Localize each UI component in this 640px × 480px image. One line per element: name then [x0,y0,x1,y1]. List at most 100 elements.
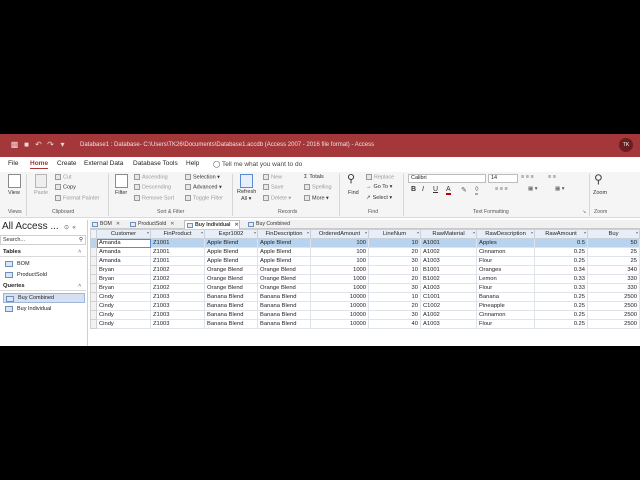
table-row[interactable]: Bryan Z1002 Orange Blend Orange Blend 1000 20… [90,274,640,284]
table-cell-buy[interactable]: 25 [587,247,640,257]
user-avatar[interactable]: TK [619,138,633,152]
nav-item-buy-individual[interactable]: Buy Individual [3,304,85,314]
background-color-icon[interactable]: ◊ [475,186,479,195]
table-cell-buy[interactable]: 330 [587,283,640,293]
nav-item-buy-combined[interactable]: Buy Combined [3,293,85,303]
table-cell-orderedamount[interactable]: 10000 [310,292,369,302]
table-cell-rawdescription[interactable]: Flour [476,256,535,266]
tab-external-data[interactable]: External Data [84,160,123,167]
alignment-icons[interactable]: ≡ ≡ ≡ [495,186,508,192]
table-cell-orderedamount[interactable]: 10000 [310,319,369,329]
table-cell-buy[interactable]: 25 [587,256,640,266]
column-dropdown-icon[interactable]: ▾ [636,231,638,236]
table-cell-expr1002[interactable]: Orange Blend [204,283,258,293]
table-cell-rawamount[interactable]: 0.25 [534,319,588,329]
table-cell-rawmaterial[interactable]: A1002 [420,310,477,320]
table-row[interactable]: Cindy Z1003 Banana Blend Banana Blend 10000 4… [90,319,640,329]
table-cell-orderedamount[interactable]: 10000 [310,301,369,311]
table-cell-buy[interactable]: 330 [587,274,640,284]
table-cell-customer[interactable]: Cindy [96,292,151,302]
close-icon[interactable]: ✕ [116,221,120,227]
table-cell-findescription[interactable]: Banana Blend [257,301,311,311]
go-to-button[interactable]: → Go To ▾ [366,184,392,190]
table-cell-linenum[interactable]: 10 [368,238,421,248]
table-cell-rawmaterial[interactable]: A1002 [420,247,477,257]
collapse-queries-icon[interactable]: ˄ [78,283,81,289]
table-row[interactable]: Cindy Z1003 Banana Blend Banana Blend 10000 3… [90,310,640,320]
table-cell-expr1002[interactable]: Apple Blend [204,256,258,266]
table-cell-rawdescription[interactable]: Lemon [476,274,535,284]
format-painter-button[interactable]: Format Painter [55,195,99,201]
table-cell-rawamount[interactable]: 0.25 [534,247,588,257]
find-button[interactable]: Find [348,190,359,196]
table-row[interactable]: Amanda Z1001 Apple Blend Apple Blend 100 20 A1… [90,247,640,257]
copy-button[interactable]: Copy [55,184,76,190]
redo-icon[interactable]: ↷ [46,140,55,149]
table-cell-rawmaterial[interactable]: A1003 [420,319,477,329]
find-magnifier-icon[interactable]: ⚲ [347,172,355,185]
table-cell-finproduct[interactable]: Z1001 [150,247,205,257]
column-dropdown-icon[interactable]: ▾ [417,231,419,236]
tab-help[interactable]: Help [186,160,199,167]
table-cell-linenum[interactable]: 20 [368,301,421,311]
alternate-row-color-icon[interactable]: ▦ ▾ [555,186,565,192]
table-cell-customer[interactable]: Bryan [96,283,151,293]
column-dropdown-icon[interactable]: ▾ [365,231,367,236]
save-record-button[interactable]: Save [263,184,284,190]
table-cell-customer[interactable]: Cindy [96,301,151,311]
table-cell-rawamount[interactable]: 0.5 [534,238,588,248]
table-cell-buy[interactable]: 50 [587,238,640,248]
table-cell-linenum[interactable]: 30 [368,256,421,266]
table-cell-rawdescription[interactable]: Pineapple [476,301,535,311]
table-cell-linenum[interactable]: 10 [368,265,421,275]
table-cell-findescription[interactable]: Apple Blend [257,247,311,257]
table-cell-rawamount[interactable]: 0.25 [534,292,588,302]
tab-home[interactable]: Home [30,160,49,169]
table-cell-orderedamount[interactable]: 1000 [310,283,369,293]
table-cell-finproduct[interactable]: Z1003 [150,319,205,329]
table-cell-linenum[interactable]: 30 [368,283,421,293]
table-row[interactable]: Bryan Z1002 Orange Blend Orange Blend 1000 30… [90,283,640,293]
table-cell-expr1002[interactable]: Orange Blend [204,274,258,284]
table-cell-orderedamount[interactable]: 100 [310,247,369,257]
cut-button[interactable]: Cut [55,174,72,180]
totals-button[interactable]: Σ Totals [304,174,324,180]
table-cell-rawmaterial[interactable]: C1002 [420,301,477,311]
table-cell-linenum[interactable]: 20 [368,247,421,257]
table-row[interactable]: Cindy Z1003 Banana Blend Banana Blend 10000 1… [90,292,640,302]
table-cell-finproduct[interactable]: Z1001 [150,256,205,266]
nav-section-queries[interactable]: Queries [3,283,25,289]
table-cell-rawamount[interactable]: 0.25 [534,301,588,311]
table-cell-orderedamount[interactable]: 1000 [310,265,369,275]
remove-sort-button[interactable]: Remove Sort [134,195,174,201]
table-cell-rawamount[interactable]: 0.33 [534,283,588,293]
align-icons[interactable]: ≡ ≡ ≡ [521,174,534,180]
table-cell-findescription[interactable]: Orange Blend [257,283,311,293]
table-cell-findescription[interactable]: Banana Blend [257,319,311,329]
table-cell-finproduct[interactable]: Z1002 [150,274,205,284]
table-cell-findescription[interactable]: Orange Blend [257,274,311,284]
column-header-customer[interactable]: Customer ▾ [96,229,151,239]
table-cell-rawdescription[interactable]: Apples [476,238,535,248]
column-dropdown-icon[interactable]: ▾ [307,231,309,236]
tab-create[interactable]: Create [57,160,77,167]
table-cell-rawmaterial[interactable]: B1002 [420,274,477,284]
table-cell-rawmaterial[interactable]: A1003 [420,256,477,266]
table-cell-rawmaterial[interactable]: A1003 [420,283,477,293]
table-cell-findescription[interactable]: Banana Blend [257,310,311,320]
table-cell-orderedamount[interactable]: 100 [310,238,369,248]
advanced-button[interactable]: Advanced ▾ [185,184,222,190]
table-cell-rawdescription[interactable]: Cinnamon [476,247,535,257]
column-dropdown-icon[interactable]: ▾ [584,231,586,236]
column-header-finproduct[interactable]: FinProduct ▾ [150,229,205,239]
table-cell-buy[interactable]: 2500 [587,292,640,302]
table-cell-linenum[interactable]: 30 [368,310,421,320]
view-icon[interactable] [8,174,21,188]
indent-icons[interactable]: ≡ ≡ [548,174,556,180]
table-cell-rawamount[interactable]: 0.34 [534,265,588,275]
table-row[interactable]: Bryan Z1002 Orange Blend Orange Blend 1000 10… [90,265,640,275]
undo-icon[interactable]: ↶ [34,140,43,149]
column-dropdown-icon[interactable]: ▾ [473,231,475,236]
paste-icon[interactable] [35,174,47,188]
column-header-buy[interactable]: Buy ▾ [587,229,640,239]
